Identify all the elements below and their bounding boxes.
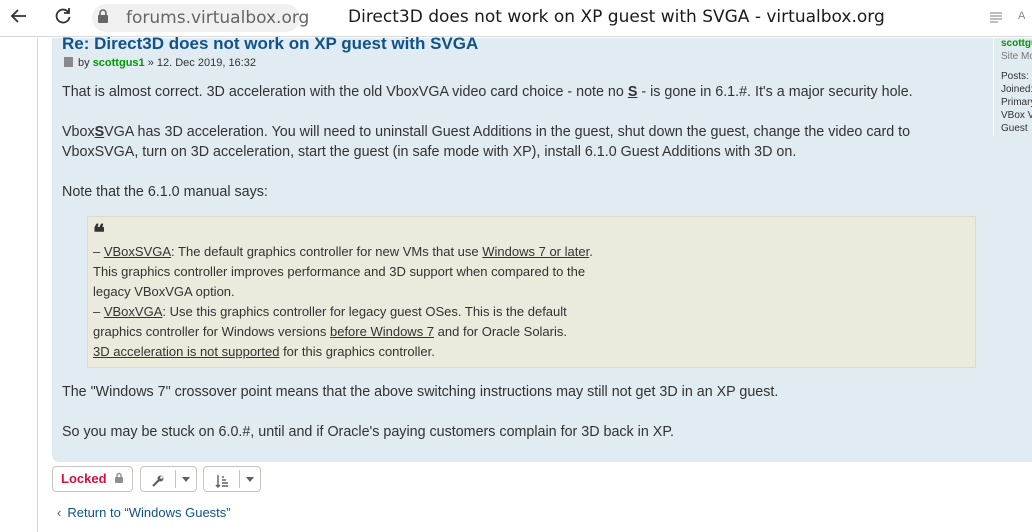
quote-line-2: This graphics controller improves perfor… [93, 264, 586, 279]
chevron-left-icon: ‹ [57, 505, 62, 520]
quote-line-1: – VBoxSVGA: The default graphics control… [93, 242, 593, 262]
quote-line-5: graphics controller for Windows versions… [93, 322, 567, 342]
post-paragraph-3: Note that the 6.1.0 manual says: [62, 184, 268, 200]
button-divider [175, 470, 176, 488]
quote-icon: ❝ [93, 220, 105, 246]
chevron-down-icon [182, 477, 190, 482]
lock-icon [96, 8, 110, 24]
post-paragraph-2: VboxSVGA has 3D acceleration. You will n… [62, 122, 910, 142]
browser-toolbar: forums.virtualbox.org Direct3D does not … [0, 0, 1032, 37]
post-icon[interactable] [64, 57, 73, 67]
user-profile: scottgus1 Site Moderator Posts: Joined: … [1001, 38, 1032, 135]
page-title: Direct3D does not work on XP guest with … [348, 7, 885, 27]
q5-before-windows7-link[interactable]: before Windows 7 [330, 324, 434, 339]
page-content: scottgus1 Site Moderator Posts: Joined: … [0, 34, 1032, 532]
back-arrow-icon[interactable] [6, 6, 32, 30]
p2-text: Vbox [62, 124, 95, 140]
quote-line-4: – VBoxVGA: Use this graphics controller … [93, 302, 567, 322]
q1-vboxsvga-link[interactable]: VBoxSVGA [104, 244, 171, 259]
q5-text: graphics controller for Windows versions [93, 324, 330, 339]
profile-separator [993, 38, 994, 136]
post-paragraph-5: So you may be stuck on 6.0.#, until and … [62, 424, 674, 440]
q1-end: . [589, 244, 593, 259]
font-size-icon[interactable]: A [1018, 10, 1025, 22]
reader-view-icon[interactable] [989, 10, 1003, 29]
p1-bold: S [627, 84, 638, 100]
post-author[interactable]: scottgus1 [93, 57, 145, 69]
return-link[interactable]: ‹ Return to “Windows Guests” [57, 505, 231, 520]
topic-tools-button[interactable] [140, 466, 197, 492]
q4-vboxvga-link[interactable]: VBoxVGA [104, 304, 163, 319]
sort-icon [215, 472, 229, 496]
q1-dash: – [93, 244, 104, 259]
chevron-down-icon [246, 477, 254, 482]
post-paragraph-1: That is almost correct. 3D acceleration … [62, 82, 913, 102]
profile-username[interactable]: scottgus1 [1001, 37, 1032, 50]
post-byline: by scottgus1 » 12. Dec 2019, 16:32 [64, 57, 256, 69]
wrench-icon [151, 472, 165, 496]
sort-button[interactable] [203, 466, 261, 492]
p1-text: That is almost correct. 3D acceleration … [62, 84, 628, 100]
q1-text: : The default graphics controller for ne… [171, 244, 483, 259]
return-label: Return to “Windows Guests” [67, 505, 231, 520]
profile-primary: Primary [1001, 97, 1032, 108]
post-paragraph-2-line-2: VboxSVGA, turn on 3D acceleration, start… [62, 144, 797, 160]
locked-label: Locked [61, 471, 107, 486]
profile-vbox: VBox V [1001, 110, 1032, 121]
left-border [37, 38, 38, 532]
p2-bold: S [94, 124, 105, 140]
profile-posts: Posts: [1001, 71, 1029, 82]
q1-windows7-link[interactable]: Windows 7 or later [482, 244, 589, 259]
lock-icon-small [114, 468, 124, 492]
quote-block: ❝ – VBoxSVGA: The default graphics contr… [87, 216, 976, 368]
q4-text: : Use this graphics controller for legac… [162, 304, 567, 319]
profile-guest: Guest [1001, 123, 1028, 134]
by-label: by [78, 57, 90, 69]
q4-dash: – [93, 304, 104, 319]
reload-icon[interactable] [50, 6, 76, 30]
profile-rank: Site Moderator [1001, 51, 1032, 62]
q6-text: for this graphics controller. [279, 344, 435, 359]
profile-joined: Joined: [1001, 84, 1032, 95]
url-text[interactable]: forums.virtualbox.org [126, 8, 309, 28]
post-date: » 12. Dec 2019, 16:32 [147, 57, 256, 69]
quote-line-3: legacy VBoxVGA option. [93, 284, 235, 299]
post-title[interactable]: Re: Direct3D does not work on XP guest w… [62, 34, 478, 54]
q6-3d-not-supported-link[interactable]: 3D acceleration is not supported [93, 344, 279, 359]
button-divider [239, 470, 240, 488]
q5-text-end: and for Oracle Solaris. [434, 324, 567, 339]
quote-line-6: 3D acceleration is not supported for thi… [93, 342, 435, 362]
locked-button[interactable]: Locked [52, 466, 133, 492]
p1-text-end: - is gone in 6.1.#. It's a major securit… [637, 84, 913, 100]
p2-text-end: VGA has 3D acceleration. You will need t… [104, 124, 911, 140]
post-paragraph-4: The "Windows 7" crossover point means th… [62, 384, 779, 400]
